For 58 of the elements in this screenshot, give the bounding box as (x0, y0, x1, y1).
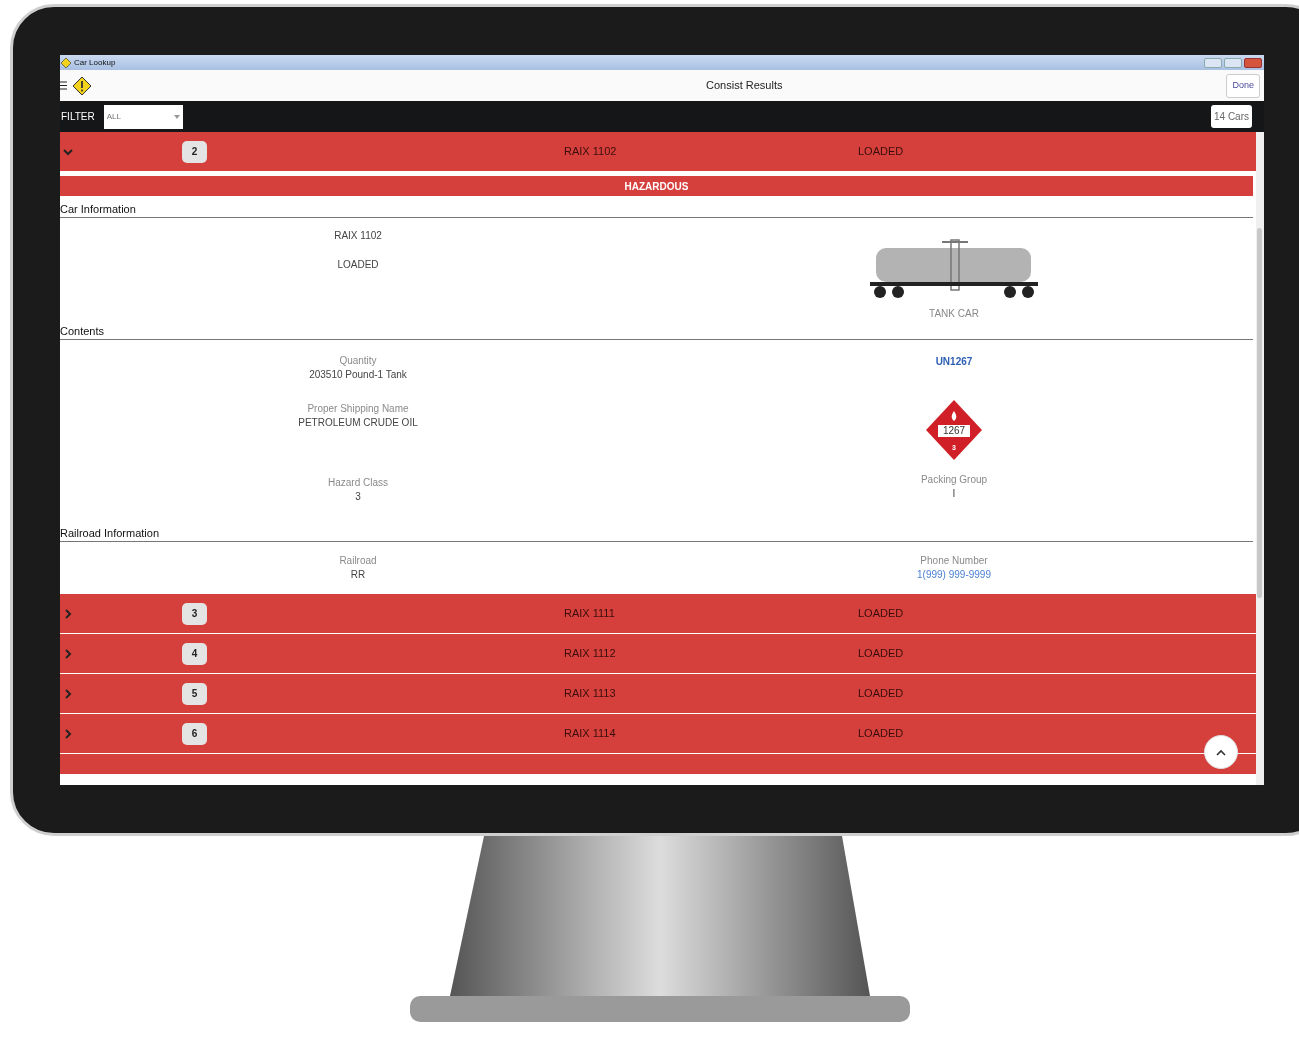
chevron-right-icon[interactable] (62, 727, 74, 740)
field-value: PETROLEUM CRUDE OIL (298, 416, 418, 430)
position-badge: 4 (182, 642, 207, 665)
position-badge: 6 (182, 722, 207, 745)
done-button[interactable]: Done (1226, 73, 1260, 98)
car-id: RAIX 1111 (564, 606, 616, 622)
field-label: Phone Number (920, 554, 988, 568)
car-type: TANK CAR (929, 307, 979, 321)
car-status: LOADED (858, 726, 904, 742)
field-label: Railroad (339, 554, 377, 568)
minimize-button[interactable] (1204, 57, 1222, 68)
field-label: Hazard Class (328, 476, 388, 490)
car-id: RAIX 1114 (564, 726, 617, 742)
car-id: RAIX 1113 (564, 686, 617, 702)
phone-link[interactable]: 1(999) 999-9999 (917, 568, 991, 582)
field-label: Proper Shipping Name (307, 402, 409, 416)
car-row[interactable]: 6 RAIX 1114 LOADED (60, 714, 1256, 754)
car-id: RAIX 1102 (564, 144, 618, 160)
filter-dropdown[interactable]: ALL (103, 104, 183, 129)
field-value: 203510 Pound-1 Tank (309, 368, 407, 382)
warning-logo-icon (72, 75, 92, 96)
car-status: LOADED (858, 144, 904, 160)
filter-label: FILTER (61, 110, 95, 124)
close-button[interactable] (1244, 57, 1262, 68)
chevron-right-icon[interactable] (62, 607, 74, 620)
position-badge: 5 (182, 682, 207, 705)
car-status: LOADED (858, 646, 904, 662)
car-row[interactable]: 2 RAIX 1102 LOADED (60, 132, 1256, 172)
car-id: RAIX 1102 (334, 229, 382, 243)
dropdown-caret-icon (173, 114, 180, 119)
un-number-link[interactable]: UN1267 (935, 354, 973, 369)
car-id: RAIX 1112 (564, 646, 617, 662)
car-row[interactable]: 5 RAIX 1113 LOADED (60, 674, 1256, 714)
chevron-right-icon[interactable] (62, 687, 74, 700)
field-value: RR (350, 568, 366, 582)
chevron-up-icon (1216, 748, 1226, 756)
hazardous-banner: HAZARDOUS (60, 176, 1253, 196)
car-row[interactable]: 3 RAIX 1111 LOADED (60, 594, 1256, 634)
scrollbar[interactable] (1256, 132, 1264, 785)
section-heading: Contents (60, 324, 1253, 340)
car-status: LOADED (858, 686, 904, 702)
position-badge: 2 (182, 140, 207, 163)
car-status: LOADED (337, 258, 379, 272)
section-heading: Car Information (60, 202, 1253, 218)
section-heading: Railroad Information (60, 526, 1253, 542)
field-label: Quantity (339, 354, 377, 368)
app-logo-icon (61, 57, 71, 68)
field-label: Packing Group (920, 473, 988, 487)
car-count-badge: 14 Cars (1211, 105, 1252, 128)
car-row[interactable]: 4 RAIX 1112 LOADED (60, 634, 1256, 674)
menu-icon[interactable] (60, 81, 67, 90)
field-value: I (952, 487, 956, 501)
page-title: Consist Results (706, 78, 783, 94)
field-value: 3 (355, 490, 361, 504)
chevron-right-icon[interactable] (62, 647, 74, 660)
car-status: LOADED (858, 606, 904, 622)
position-badge: 3 (182, 602, 207, 625)
window-title: Car Lookup (74, 56, 116, 69)
